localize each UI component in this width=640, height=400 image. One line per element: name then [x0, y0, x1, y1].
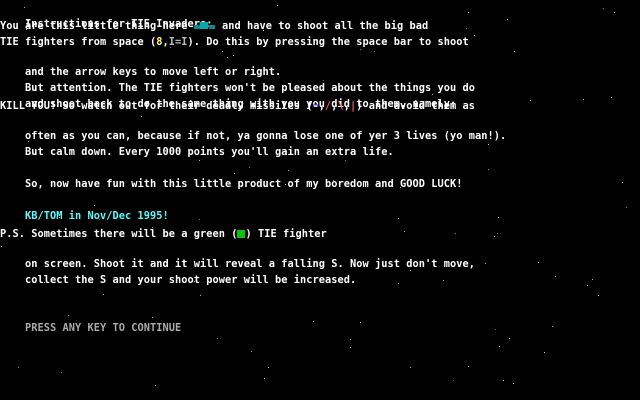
star	[544, 352, 545, 353]
star	[217, 338, 218, 339]
star	[614, 12, 615, 13]
star	[626, 207, 627, 208]
instructions-line-4: and the arrow keys to move left or right…	[0, 51, 281, 78]
star	[398, 283, 399, 284]
star	[18, 367, 19, 368]
star	[552, 326, 553, 327]
ps-line-3: collect the S and your shoot power will …	[0, 259, 356, 286]
star	[587, 285, 588, 286]
ps-line-3-text: collect the S and your shoot power will …	[25, 274, 357, 286]
star	[503, 380, 504, 381]
star	[468, 366, 469, 367]
star	[345, 160, 346, 161]
star	[350, 339, 351, 340]
instructions-line-2: You are this little thing here and have …	[0, 19, 428, 33]
instructions-line-9: But calm down. Every 1000 points you'll …	[0, 131, 394, 158]
ps-line-1-text-a: P.S. Sometimes there will be a green (	[0, 228, 238, 240]
star	[603, 8, 604, 9]
star	[264, 378, 265, 379]
star	[474, 35, 475, 36]
tie-fighter-wide-icon: I=I	[168, 36, 188, 48]
star	[498, 217, 499, 218]
star	[622, 182, 623, 183]
star	[200, 295, 201, 296]
instructions-line-8: often as you can, because if not, ya gon…	[0, 115, 506, 142]
line-2-text-b: and have to shoot all the big bad	[215, 20, 429, 32]
star	[538, 262, 539, 263]
star	[555, 276, 556, 277]
game-screen[interactable]: Instructions for TIE Invaders: You are t…	[0, 0, 640, 400]
star	[374, 51, 375, 52]
star	[494, 236, 495, 237]
star	[350, 347, 351, 348]
instructions-line-7: KILL YOU! So watch out for their deadly …	[0, 99, 475, 113]
star	[313, 321, 314, 322]
star	[507, 19, 508, 20]
star	[277, 5, 278, 6]
line-9-text: But calm down. Every 1000 points you'll …	[25, 146, 394, 158]
star	[410, 367, 411, 368]
player-ship-icon	[193, 22, 216, 30]
star	[268, 367, 269, 368]
star	[404, 231, 405, 232]
star	[583, 99, 584, 100]
star	[199, 160, 200, 161]
ps-line-2: on screen. Shoot it and it will reveal a…	[0, 243, 475, 270]
star	[360, 49, 361, 50]
star	[497, 233, 498, 234]
star	[155, 385, 156, 386]
star	[466, 28, 467, 29]
star	[488, 169, 489, 170]
press-any-key-text: PRESS ANY KEY TO CONTINUE	[25, 322, 182, 334]
star	[443, 280, 444, 281]
star	[592, 279, 593, 280]
star	[398, 218, 399, 219]
star	[199, 219, 200, 220]
line-7-text-b: ) and avoid them as	[356, 100, 475, 112]
line-3-text-b: ). Do this by pressing the space bar to …	[187, 36, 469, 48]
star	[61, 372, 62, 373]
instructions-line-10: So, now have fun with this little produc…	[0, 163, 462, 190]
instructions-line-6: and shoot back to do the same thing with…	[0, 83, 456, 110]
star	[488, 144, 489, 145]
press-any-key-prompt[interactable]: PRESS ANY KEY TO CONTINUE	[0, 307, 181, 334]
star	[485, 263, 486, 264]
star	[453, 380, 454, 381]
line-2-text-a: You are this little thing here	[0, 20, 194, 32]
ps-line-1: P.S. Sometimes there will be a green ( ) …	[0, 227, 327, 241]
star	[495, 329, 496, 330]
star	[468, 12, 469, 13]
line-10-text: So, now have fun with this little produc…	[25, 178, 463, 190]
star	[499, 346, 500, 347]
star	[360, 322, 361, 323]
star	[611, 97, 612, 98]
instructions-line-5: But attention. The TIE fighters won't be…	[0, 67, 475, 94]
credit-line: KB/TOM in Nov/Dec 1995!	[0, 195, 169, 222]
star	[530, 100, 531, 101]
star	[513, 383, 514, 384]
star	[251, 351, 252, 352]
star	[103, 294, 104, 295]
ps-line-1-text-b: ) TIE fighter	[245, 228, 327, 240]
star	[598, 295, 599, 296]
credit-text: KB/TOM in Nov/Dec 1995!	[25, 210, 169, 222]
star	[514, 51, 515, 52]
instructions-title: Instructions for TIE Invaders:	[0, 3, 212, 30]
line-7-text-a: KILL YOU! So watch out for their deadly …	[0, 100, 313, 112]
star	[509, 338, 510, 339]
instructions-line-3: TIE fighters from space (8,I=I). Do this…	[0, 35, 469, 49]
star	[455, 233, 456, 234]
line-3-text-a: TIE fighters from space (	[0, 36, 157, 48]
